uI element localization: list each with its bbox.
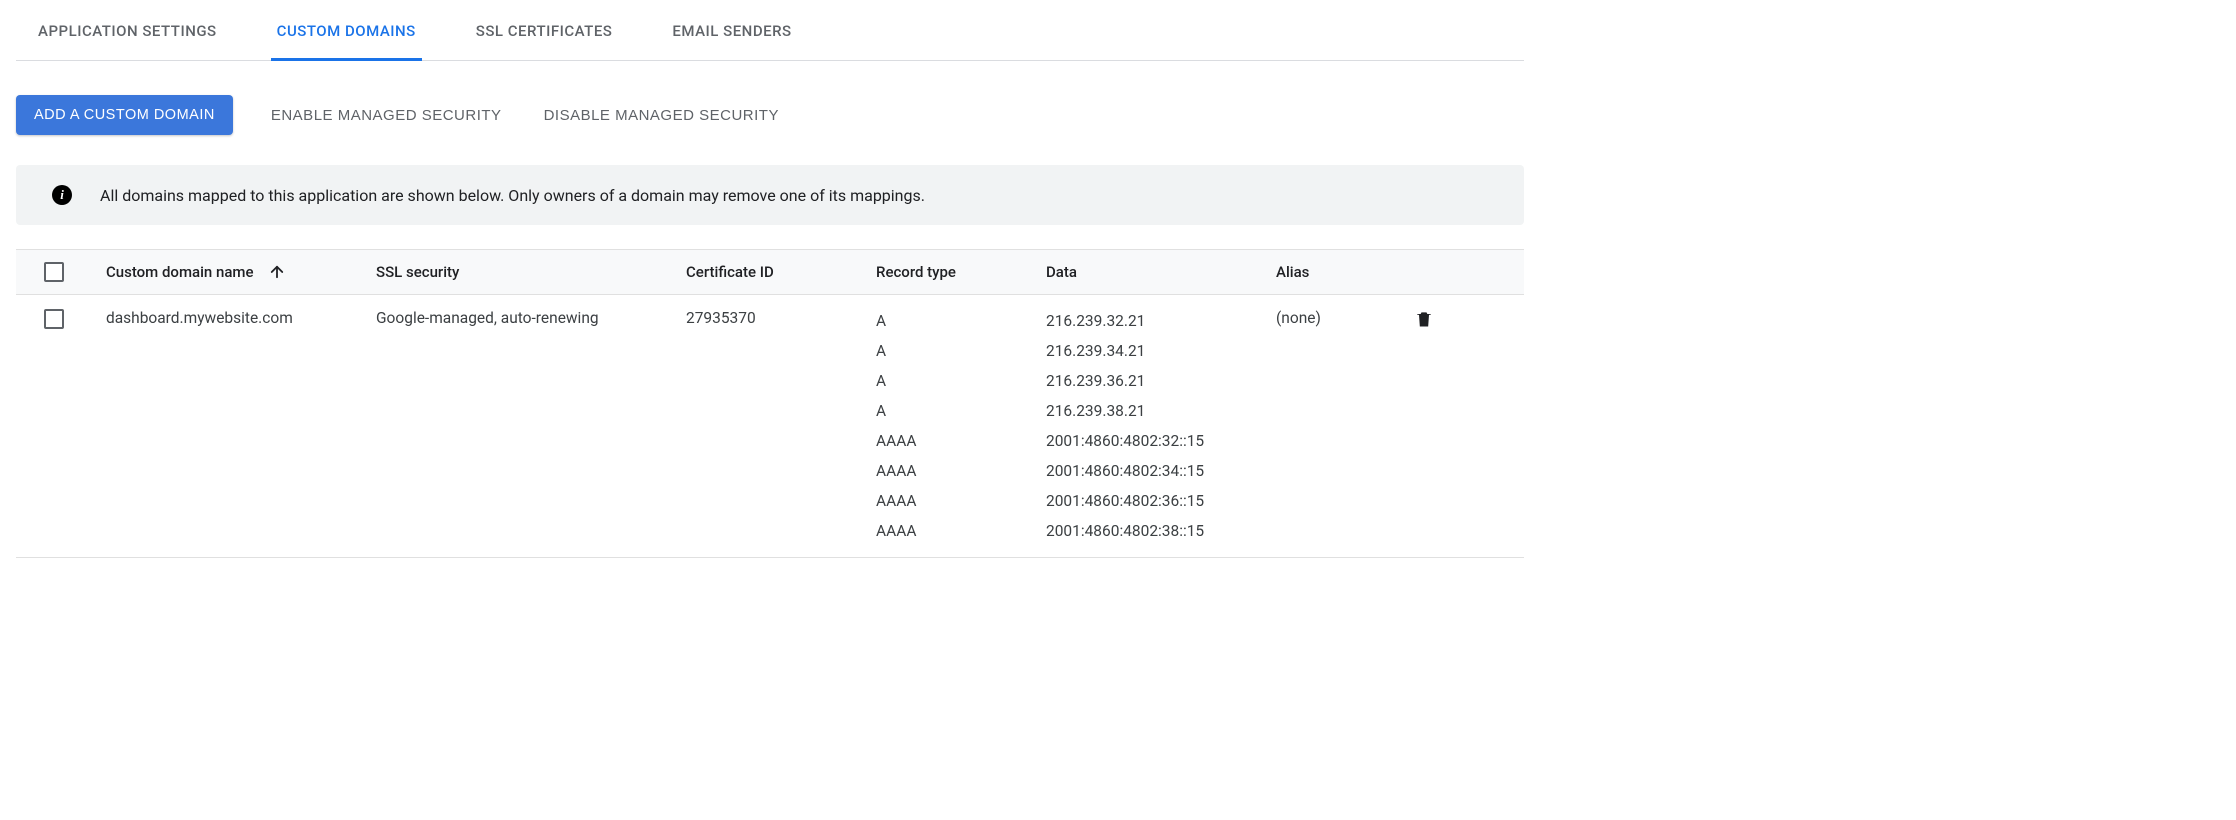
record-type: A — [876, 369, 1046, 393]
column-header-record-type[interactable]: Record type — [876, 263, 1046, 281]
select-all-checkbox[interactable] — [44, 262, 64, 282]
record-data: 2001:4860:4802:36::15 — [1046, 489, 1276, 513]
column-header-label: Data — [1046, 263, 1077, 281]
delete-domain-button[interactable] — [1414, 309, 1434, 329]
column-header-domain[interactable]: Custom domain name — [106, 263, 376, 281]
record-type: AAAA — [876, 519, 1046, 543]
tab-custom-domains[interactable]: CUSTOM DOMAINS — [271, 0, 422, 61]
tab-label: SSL CERTIFICATES — [476, 22, 613, 40]
record-type: AAAA — [876, 489, 1046, 513]
column-header-label: Certificate ID — [686, 263, 774, 281]
record-type: A — [876, 309, 1046, 333]
sort-ascending-icon — [268, 263, 286, 281]
column-header-label: Record type — [876, 263, 956, 281]
alias-cell: (none) — [1276, 309, 1321, 327]
tab-label: CUSTOM DOMAINS — [277, 22, 416, 40]
tab-bar: APPLICATION SETTINGS CUSTOM DOMAINS SSL … — [16, 0, 1524, 61]
record-type-stack: A A A A AAAA AAAA AAAA AAAA — [876, 309, 1046, 543]
certificate-id-cell: 27935370 — [686, 309, 756, 327]
column-header-label: Custom domain name — [106, 263, 254, 281]
tab-ssl-certificates[interactable]: SSL CERTIFICATES — [470, 0, 619, 61]
action-row: ADD A CUSTOM DOMAIN ENABLE MANAGED SECUR… — [16, 61, 1524, 165]
record-data: 216.239.32.21 — [1046, 309, 1276, 333]
add-custom-domain-button[interactable]: ADD A CUSTOM DOMAIN — [16, 95, 233, 135]
record-data: 2001:4860:4802:32::15 — [1046, 429, 1276, 453]
info-banner: i All domains mapped to this application… — [16, 165, 1524, 225]
column-header-alias[interactable]: Alias — [1276, 263, 1406, 281]
domains-table: Custom domain name SSL security Certific… — [16, 249, 1524, 558]
enable-managed-security-button[interactable]: ENABLE MANAGED SECURITY — [267, 97, 506, 134]
record-data: 216.239.34.21 — [1046, 339, 1276, 363]
record-data: 2001:4860:4802:38::15 — [1046, 519, 1276, 543]
info-message: All domains mapped to this application a… — [100, 186, 925, 205]
record-type: A — [876, 399, 1046, 423]
table-row: dashboard.mywebsite.com Google-managed, … — [16, 295, 1524, 558]
domain-name-cell: dashboard.mywebsite.com — [106, 309, 293, 327]
tab-email-senders[interactable]: EMAIL SENDERS — [666, 0, 797, 61]
record-data: 216.239.38.21 — [1046, 399, 1276, 423]
column-header-ssl[interactable]: SSL security — [376, 263, 686, 281]
ssl-security-cell: Google-managed, auto-renewing — [376, 309, 599, 327]
tab-label: APPLICATION SETTINGS — [38, 22, 217, 40]
column-header-certificate[interactable]: Certificate ID — [686, 263, 876, 281]
record-data-stack: 216.239.32.21 216.239.34.21 216.239.36.2… — [1046, 309, 1276, 543]
column-header-data[interactable]: Data — [1046, 263, 1276, 281]
trash-icon — [1414, 309, 1434, 329]
record-data: 2001:4860:4802:34::15 — [1046, 459, 1276, 483]
record-type: A — [876, 339, 1046, 363]
disable-managed-security-button[interactable]: DISABLE MANAGED SECURITY — [540, 97, 783, 134]
record-type: AAAA — [876, 459, 1046, 483]
column-header-label: SSL security — [376, 263, 459, 281]
tab-application-settings[interactable]: APPLICATION SETTINGS — [32, 0, 223, 61]
column-header-label: Alias — [1276, 263, 1309, 281]
record-type: AAAA — [876, 429, 1046, 453]
info-icon: i — [52, 185, 72, 205]
table-header-row: Custom domain name SSL security Certific… — [16, 249, 1524, 295]
tab-label: EMAIL SENDERS — [672, 22, 791, 40]
row-checkbox[interactable] — [44, 309, 64, 329]
record-data: 216.239.36.21 — [1046, 369, 1276, 393]
